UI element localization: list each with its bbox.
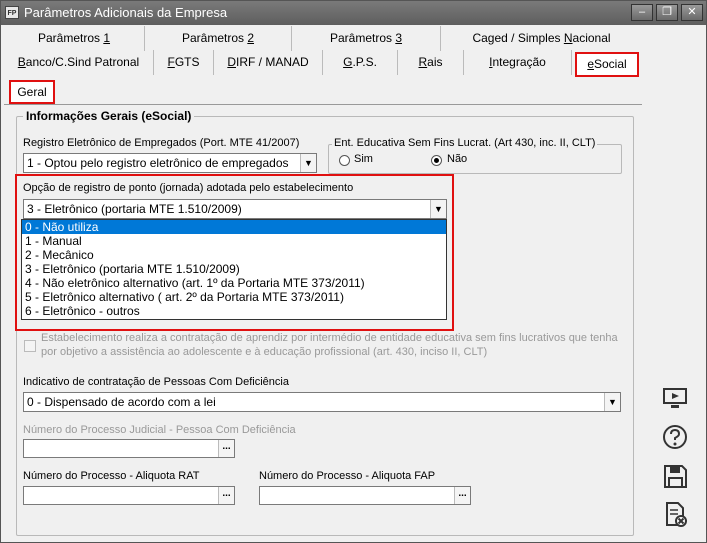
tab-parametros-1[interactable]: Parâmetros 1 xyxy=(4,26,145,51)
processo-rat-label: Número do Processo - Aliquota RAT xyxy=(23,470,200,482)
dropdown-option[interactable]: 2 - Mecânico xyxy=(22,248,446,262)
dropdown-option[interactable]: 5 - Eletrônico alternativo ( art. 2º da … xyxy=(22,290,446,304)
entidade-sim-label: Sim xyxy=(354,153,373,165)
tab-parametros-3[interactable]: Parâmetros 3 xyxy=(292,26,441,51)
aprendiz-checkbox[interactable] xyxy=(24,340,36,352)
tab-banco-sind-patronal[interactable]: Banco/C.Sind Patronal xyxy=(4,50,154,75)
registro-ponto-label: Opção de registro de ponto (jornada) ado… xyxy=(23,182,354,194)
chevron-down-icon[interactable]: ▼ xyxy=(300,154,316,172)
ellipsis-button[interactable]: ... xyxy=(218,487,234,504)
processo-rat-input[interactable]: ... xyxy=(23,486,235,505)
processo-pcd-input[interactable]: ... xyxy=(23,439,235,458)
tab-strip: Parâmetros 1 Parâmetros 2 Parâmetros 3 C… xyxy=(4,26,642,78)
registro-eletronico-label: Registro Eletrônico de Empregados (Port.… xyxy=(23,137,300,149)
action-sidebar xyxy=(644,26,706,542)
minimize-button[interactable]: ‒ xyxy=(631,4,653,21)
maximize-button[interactable]: ❐ xyxy=(656,4,678,21)
monitor-icon[interactable] xyxy=(660,384,690,414)
ellipsis-button[interactable]: ... xyxy=(454,487,470,504)
tab-gps[interactable]: G.P.S. xyxy=(323,50,398,75)
entidade-educativa-title: Ent. Educativa Sem Fins Lucrat. (Art 430… xyxy=(332,137,598,149)
chevron-down-icon[interactable]: ▼ xyxy=(604,393,620,411)
title-bar[interactable]: FP Parâmetros Adicionais da Empresa ‒ ❐ … xyxy=(1,1,706,25)
processo-pcd-label: Número do Processo Judicial - Pessoa Com… xyxy=(23,424,296,436)
tab-integracao[interactable]: Integração xyxy=(464,50,572,75)
app-window: FP Parâmetros Adicionais da Empresa ‒ ❐ … xyxy=(0,0,707,543)
pcd-select[interactable]: 0 - Dispensado de acordo com a lei ▼ xyxy=(23,392,621,412)
aprendiz-label-line2: por objetivo a assistência ao adolescent… xyxy=(41,346,488,358)
entidade-nao-radio[interactable] xyxy=(431,155,442,166)
tab-rais[interactable]: Rais xyxy=(398,50,464,75)
dropdown-option[interactable]: 3 - Eletrônico (portaria MTE 1.510/2009) xyxy=(22,262,446,276)
registro-eletronico-value: 1 - Optou pelo registro eletrônico de em… xyxy=(27,156,289,170)
dropdown-option[interactable]: 0 - Não utiliza xyxy=(22,220,446,234)
tab-parametros-2[interactable]: Parâmetros 2 xyxy=(145,26,292,51)
cancel-document-icon[interactable] xyxy=(660,500,690,530)
registro-ponto-select[interactable]: 3 - Eletrônico (portaria MTE 1.510/2009)… xyxy=(23,199,447,219)
registro-ponto-value: 3 - Eletrônico (portaria MTE 1.510/2009) xyxy=(27,202,242,216)
subtab-geral[interactable]: Geral xyxy=(9,80,55,104)
help-icon[interactable] xyxy=(660,423,690,453)
pcd-label: Indicativo de contratação de Pessoas Com… xyxy=(23,376,289,388)
tab-fgts[interactable]: FGTS xyxy=(154,50,214,75)
group-title: Informações Gerais (eSocial) xyxy=(23,109,195,123)
save-icon[interactable] xyxy=(660,462,690,492)
dropdown-option[interactable]: 4 - Não eletrônico alternativo (art. 1º … xyxy=(22,276,446,290)
tab-dirf-manad[interactable]: DIRF / MANAD xyxy=(214,50,323,75)
entidade-sim-radio[interactable] xyxy=(339,155,350,166)
ellipsis-button[interactable]: ... xyxy=(218,440,234,457)
dropdown-option[interactable]: 6 - Eletrônico - outros xyxy=(22,304,446,318)
tab-esocial[interactable]: eSocial xyxy=(575,52,639,77)
registro-eletronico-select[interactable]: 1 - Optou pelo registro eletrônico de em… xyxy=(23,153,317,173)
tab-caged-simples-nacional[interactable]: Caged / Simples Nacional xyxy=(441,26,642,51)
entidade-nao-label: Não xyxy=(447,153,468,165)
aprendiz-label-line1: Estabelecimento realiza a contratação de… xyxy=(41,332,618,344)
app-icon: FP xyxy=(5,6,19,19)
registro-ponto-dropdown-list[interactable]: 0 - Não utiliza 1 - Manual 2 - Mecânico … xyxy=(21,219,447,320)
window-title: Parâmetros Adicionais da Empresa xyxy=(24,5,228,20)
pcd-value: 0 - Dispensado de acordo com a lei xyxy=(27,395,216,409)
dropdown-option[interactable]: 1 - Manual xyxy=(22,234,446,248)
processo-fap-input[interactable]: ... xyxy=(259,486,471,505)
processo-fap-label: Número do Processo - Aliquota FAP xyxy=(259,470,436,482)
close-button[interactable]: ✕ xyxy=(681,4,703,21)
chevron-down-icon[interactable]: ▼ xyxy=(430,200,446,218)
